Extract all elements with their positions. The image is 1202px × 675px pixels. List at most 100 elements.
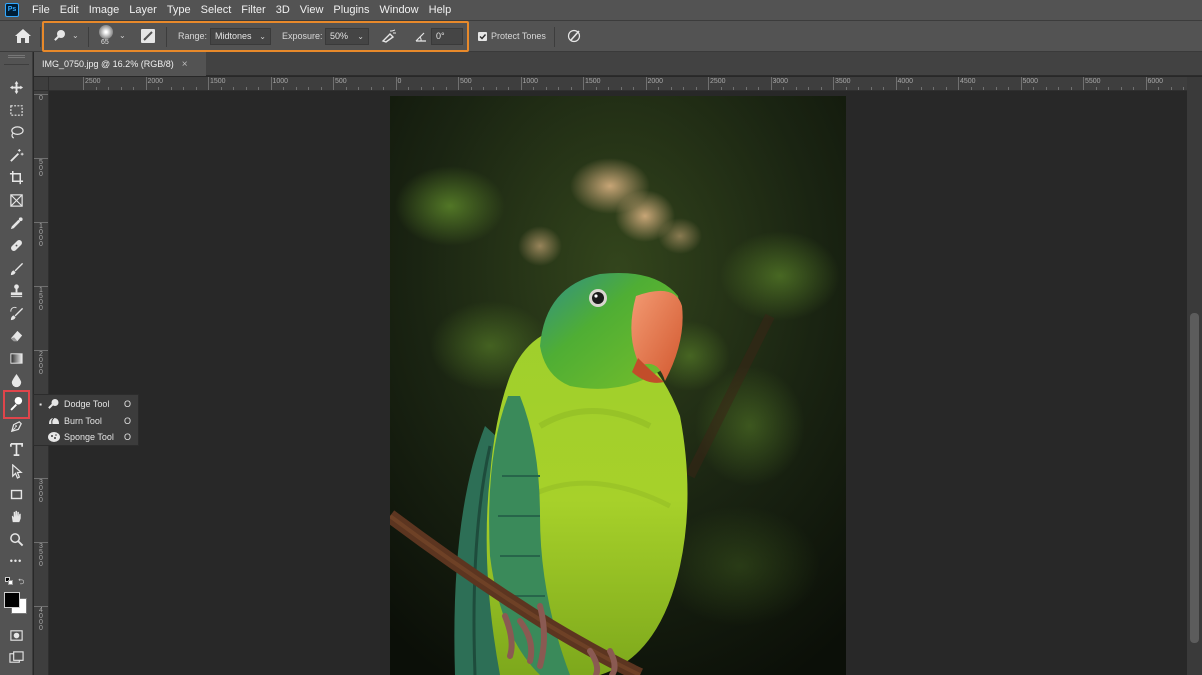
dodge-tool[interactable]	[5, 393, 27, 413]
ruler-tick	[645, 77, 647, 90]
active-bullet: ▪	[39, 399, 42, 409]
vertical-scrollbar[interactable]	[1187, 77, 1202, 675]
quick-mask-button[interactable]	[5, 625, 27, 645]
ruler-label: 2500	[710, 78, 726, 85]
blur-tool[interactable]	[5, 370, 27, 390]
burn-icon	[47, 415, 64, 427]
gradient-tool[interactable]	[5, 348, 27, 368]
swap-colors-icon[interactable]: ⮌	[18, 576, 24, 590]
marquee-tool[interactable]	[5, 100, 27, 120]
menu-view[interactable]: View	[295, 0, 329, 21]
history-brush-icon	[9, 306, 23, 320]
quick-mask-icon	[9, 629, 23, 641]
eyedropper-tool[interactable]	[5, 213, 27, 233]
menu-select[interactable]: Select	[196, 0, 237, 21]
eraser-icon	[10, 330, 22, 341]
menu-edit[interactable]: Edit	[55, 0, 84, 21]
ruler-label: 2500	[85, 78, 101, 85]
type-icon	[9, 442, 23, 456]
flyout-item-label: Sponge Tool	[64, 432, 114, 442]
separator	[4, 64, 29, 65]
history-brush-tool[interactable]	[5, 303, 27, 323]
pen-tool[interactable]	[5, 416, 27, 436]
frame-tool[interactable]	[5, 190, 27, 210]
ruler-label: 0	[39, 95, 43, 102]
type-tool[interactable]	[5, 439, 27, 459]
close-icon[interactable]: ×	[182, 59, 188, 70]
lasso-tool[interactable]	[5, 122, 27, 142]
screen-mode-button[interactable]	[5, 647, 27, 667]
move-tool[interactable]	[5, 77, 27, 97]
menu-file[interactable]: File	[27, 0, 55, 21]
lasso-icon	[10, 125, 24, 139]
panel-grip[interactable]	[8, 55, 25, 58]
ruler-label: 1 5 0 0	[39, 287, 43, 312]
hand-tool[interactable]	[5, 506, 27, 526]
menu-plugins[interactable]: Plugins	[328, 0, 374, 21]
brush-tool[interactable]	[5, 258, 27, 278]
clone-stamp-tool[interactable]	[5, 280, 27, 300]
flyout-item-label: Burn Tool	[64, 415, 102, 426]
flyout-item-label: Dodge Tool	[64, 399, 110, 409]
menu-3d[interactable]: 3D	[271, 0, 295, 21]
ruler-corner	[34, 77, 49, 91]
ruler-label: 4000	[897, 78, 914, 85]
home-icon[interactable]	[14, 28, 32, 44]
ruler-tick	[145, 77, 147, 90]
ruler-label: 3 5 0 0	[39, 543, 43, 568]
crop-icon	[9, 170, 23, 184]
menu-type[interactable]: Type	[162, 0, 196, 21]
menu-layer[interactable]: Layer	[124, 0, 162, 21]
flyout-item-burn-tool[interactable]: Burn Tool O	[34, 413, 138, 429]
menu-filter[interactable]: Filter	[236, 0, 270, 21]
ruler-tick	[34, 158, 48, 159]
flyout-item-sponge-tool[interactable]: Sponge Tool O	[34, 429, 138, 445]
scrollbar-thumb[interactable]	[1190, 313, 1199, 643]
more-icon[interactable]: •••	[5, 551, 27, 571]
rectangle-tool[interactable]	[5, 484, 27, 504]
parrot-photo[interactable]	[390, 96, 846, 675]
healing-brush-tool[interactable]	[5, 235, 27, 255]
ruler-tick	[833, 77, 834, 90]
menu-help[interactable]: Help	[424, 0, 457, 21]
default-colors-icon[interactable]	[5, 577, 13, 585]
sponge-icon	[47, 431, 64, 443]
dodge-icon	[47, 398, 64, 410]
menu-image[interactable]: Image	[84, 0, 125, 21]
ruler-tick	[770, 77, 772, 90]
dodge-tool-flyout: ▪ Dodge Tool O Burn Tool O Sponge Tool O	[33, 394, 139, 446]
path-select-icon	[11, 463, 23, 479]
protect-tones-checkbox[interactable]	[478, 32, 487, 41]
document-tab-bar: IMG_0750.jpg @ 16.2% (RGB/8) ×	[34, 52, 1202, 76]
foreground-color-swatch[interactable]	[4, 592, 20, 608]
pressure-size-icon[interactable]	[567, 28, 583, 44]
eraser-tool[interactable]	[5, 325, 27, 345]
ruler-tick	[83, 77, 84, 90]
gradient-icon	[9, 352, 23, 364]
parrot-image	[390, 96, 846, 675]
ruler-label: 1000	[522, 78, 539, 85]
ruler-tick	[34, 542, 48, 543]
eyedropper-icon	[10, 216, 23, 229]
path-selection-tool[interactable]	[5, 461, 27, 481]
photoshop-logo: Ps	[5, 3, 19, 17]
zoom-tool[interactable]	[5, 529, 27, 549]
blur-icon	[11, 373, 21, 387]
ruler-tick	[34, 606, 48, 607]
magic-wand-tool[interactable]	[5, 145, 27, 165]
separator	[40, 27, 41, 47]
ruler-tick	[270, 77, 272, 90]
document-tab[interactable]: IMG_0750.jpg @ 16.2% (RGB/8) ×	[34, 52, 206, 76]
ruler-label: 1500	[585, 78, 601, 85]
ruler-label: 2 0 0 0	[39, 351, 43, 376]
ruler-label: 3 0 0 0	[39, 479, 43, 504]
flyout-item-shortcut: O	[124, 415, 132, 426]
crop-tool[interactable]	[5, 167, 27, 187]
separator	[554, 27, 555, 47]
flyout-item-dodge-tool[interactable]: ▪ Dodge Tool O	[34, 396, 138, 412]
magic-wand-icon	[9, 148, 24, 162]
menu-window[interactable]: Window	[375, 0, 424, 21]
screen-mode-icon	[8, 650, 24, 663]
dodge-icon	[9, 396, 22, 411]
ruler-label: 6000	[1147, 78, 1164, 85]
